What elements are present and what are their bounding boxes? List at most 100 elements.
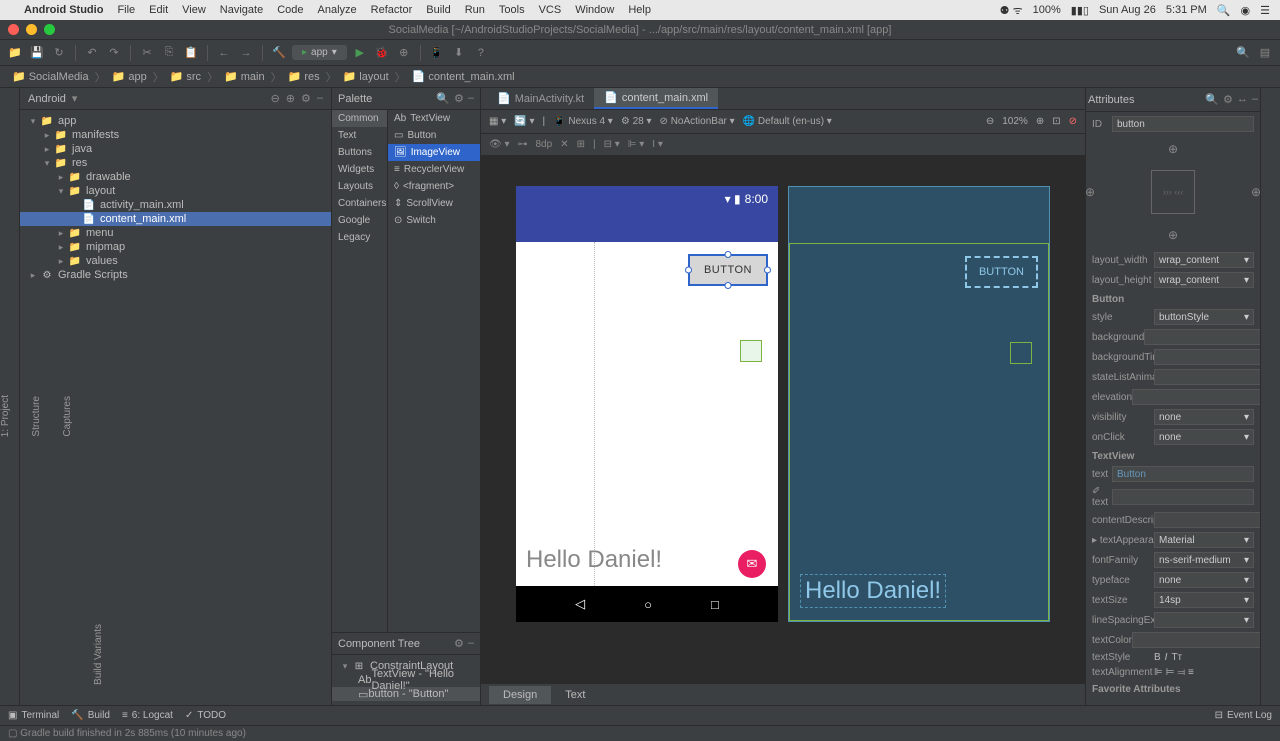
- wifi-icon[interactable]: ⚉ ᯤ: [1000, 3, 1023, 18]
- captures-tool-button[interactable]: Captures: [62, 396, 73, 437]
- open-icon[interactable]: 📁: [6, 44, 24, 62]
- tree-mipmap[interactable]: ▸📁mipmap: [20, 240, 331, 254]
- constraint-right-icon[interactable]: ⊕: [1251, 185, 1260, 199]
- gear-icon[interactable]: ⚙: [454, 92, 464, 105]
- menu-edit[interactable]: Edit: [149, 4, 168, 16]
- save-icon[interactable]: 💾: [28, 44, 46, 62]
- zoom-fit-icon[interactable]: ⊡: [1052, 116, 1060, 127]
- attr-backgroundtint-input[interactable]: [1154, 349, 1260, 365]
- constraint-left-icon[interactable]: ⊕: [1085, 185, 1095, 199]
- pal-cat-google[interactable]: Google: [332, 212, 387, 229]
- canvas-fab[interactable]: ✉: [738, 550, 766, 578]
- menu-code[interactable]: Code: [277, 4, 303, 16]
- attr-typeface-select[interactable]: none▾: [1154, 572, 1254, 588]
- canvas-button-widget[interactable]: BUTTON: [688, 254, 768, 286]
- tab-mainactivity[interactable]: 📄MainActivity.kt: [487, 89, 594, 108]
- attr-visibility-select[interactable]: none▾: [1154, 409, 1254, 425]
- tree-manifests[interactable]: ▸📁manifests: [20, 128, 331, 142]
- search-icon[interactable]: 🔍: [1205, 93, 1219, 106]
- pal-item-recyclerview[interactable]: ≡RecyclerView: [388, 161, 480, 178]
- tree-res[interactable]: ▾📁res: [20, 156, 331, 170]
- menu-build[interactable]: Build: [426, 4, 450, 16]
- pal-cat-text[interactable]: Text: [332, 127, 387, 144]
- design-mode-tab[interactable]: Design: [489, 686, 551, 704]
- tree-menu[interactable]: ▸📁menu: [20, 226, 331, 240]
- tree-content-main[interactable]: 📄content_main.xml: [20, 212, 331, 226]
- attr-text-input[interactable]: [1112, 466, 1254, 482]
- attr-textappear-select[interactable]: Material▾: [1154, 532, 1254, 548]
- attr-width-select[interactable]: wrap_content▾: [1154, 252, 1254, 268]
- run-button[interactable]: ▶: [351, 44, 369, 62]
- cut-icon[interactable]: ✂: [138, 44, 156, 62]
- pal-item-scrollview[interactable]: ⇕ScrollView: [388, 195, 480, 212]
- device-preview[interactable]: ▾ ▮ 8:00 BUTTON Hello Daniel! ✉ ◁ ○: [516, 186, 778, 622]
- menu-run[interactable]: Run: [465, 4, 485, 16]
- pal-cat-buttons[interactable]: Buttons: [332, 144, 387, 161]
- tree-layout[interactable]: ▾📁layout: [20, 184, 331, 198]
- todo-button[interactable]: ✓ TODO: [185, 710, 226, 721]
- device-selector[interactable]: 📱 Nexus 4 ▾: [553, 116, 613, 127]
- logcat-button[interactable]: ≡ 6: Logcat: [122, 710, 173, 721]
- menu-file[interactable]: File: [117, 4, 135, 16]
- margin-value[interactable]: 8dp: [536, 139, 553, 150]
- run-config-selector[interactable]: ▸ app ▾: [292, 45, 347, 60]
- hide-icon[interactable]: –: [1252, 93, 1258, 106]
- minimize-window-icon[interactable]: [26, 24, 37, 35]
- bp-button-widget[interactable]: BUTTON: [965, 256, 1038, 288]
- align-center-icon[interactable]: ⊨: [1166, 667, 1175, 678]
- debug-button[interactable]: 🐞: [373, 44, 391, 62]
- autoconnect-icon[interactable]: ⊶: [518, 139, 528, 150]
- menu-vcs[interactable]: VCS: [539, 4, 562, 16]
- tree-java[interactable]: ▸📁java: [20, 142, 331, 156]
- attr-onclick-select[interactable]: none▾: [1154, 429, 1254, 445]
- tree-drawable[interactable]: ▸📁drawable: [20, 170, 331, 184]
- expand-icon[interactable]: ↔: [1237, 93, 1248, 106]
- attr-height-select[interactable]: wrap_content▾: [1154, 272, 1254, 288]
- bp-hello-text[interactable]: Hello Daniel!: [800, 574, 946, 608]
- error-icon[interactable]: ⊘: [1069, 116, 1077, 127]
- theme-selector[interactable]: ⊘ NoActionBar ▾: [660, 116, 735, 127]
- sync-icon[interactable]: ↻: [50, 44, 68, 62]
- menu-tools[interactable]: Tools: [499, 4, 525, 16]
- menu-window[interactable]: Window: [575, 4, 614, 16]
- guideline-icon[interactable]: I ▾: [652, 139, 663, 150]
- attr-contentdesc-input[interactable]: [1154, 512, 1260, 528]
- tree-app[interactable]: ▾📁app: [20, 114, 331, 128]
- menu-view[interactable]: View: [182, 4, 206, 16]
- constraint-top-icon[interactable]: ⊕: [1168, 142, 1178, 156]
- bp-imageview-drag[interactable]: [1010, 342, 1032, 364]
- siri-icon[interactable]: ◉: [1241, 4, 1251, 17]
- hide-icon[interactable]: –: [317, 92, 323, 105]
- attr-textcolor-input[interactable]: [1132, 632, 1260, 648]
- tree-gradle[interactable]: ▸⚙Gradle Scripts: [20, 268, 331, 282]
- design-canvas[interactable]: ▾ ▮ 8:00 BUTTON Hello Daniel! ✉ ◁ ○: [481, 156, 1085, 683]
- pal-cat-legacy[interactable]: Legacy: [332, 229, 387, 246]
- attr-background-input[interactable]: [1144, 329, 1260, 345]
- back-icon[interactable]: ←: [215, 44, 233, 62]
- view-icon[interactable]: 👁 ▾: [489, 139, 510, 150]
- hide-icon[interactable]: –: [468, 92, 474, 105]
- redo-icon[interactable]: ↷: [105, 44, 123, 62]
- canvas-hello-text[interactable]: Hello Daniel!: [526, 546, 662, 574]
- undo-icon[interactable]: ↶: [83, 44, 101, 62]
- menu-navigate[interactable]: Navigate: [220, 4, 263, 16]
- paste-icon[interactable]: 📋: [182, 44, 200, 62]
- forward-icon[interactable]: →: [237, 44, 255, 62]
- pal-item-button[interactable]: ▭Button: [388, 127, 480, 144]
- hammer-icon[interactable]: 🔨: [270, 44, 288, 62]
- search-everywhere-icon[interactable]: 🔍: [1234, 44, 1252, 62]
- pal-cat-widgets[interactable]: Widgets: [332, 161, 387, 178]
- spotlight-icon[interactable]: 🔍: [1217, 4, 1231, 17]
- attr-linespacing-select[interactable]: ▾: [1154, 612, 1254, 628]
- pal-item-imageview[interactable]: 🖼ImageView: [388, 144, 480, 161]
- attr-textsize-select[interactable]: 14sp▾: [1154, 592, 1254, 608]
- pal-cat-layouts[interactable]: Layouts: [332, 178, 387, 195]
- clear-constraints-icon[interactable]: ✕: [560, 139, 568, 150]
- gear-icon[interactable]: ⚙: [1223, 93, 1233, 106]
- constraint-bottom-icon[interactable]: ⊕: [1168, 228, 1178, 242]
- infer-constraints-icon[interactable]: ⊞: [577, 139, 585, 150]
- gear-icon[interactable]: ⚙: [301, 92, 311, 105]
- pal-item-fragment[interactable]: ◊<fragment>: [388, 178, 480, 195]
- align-right-icon[interactable]: ⫤: [1177, 667, 1185, 678]
- build-button[interactable]: 🔨 Build: [71, 710, 110, 721]
